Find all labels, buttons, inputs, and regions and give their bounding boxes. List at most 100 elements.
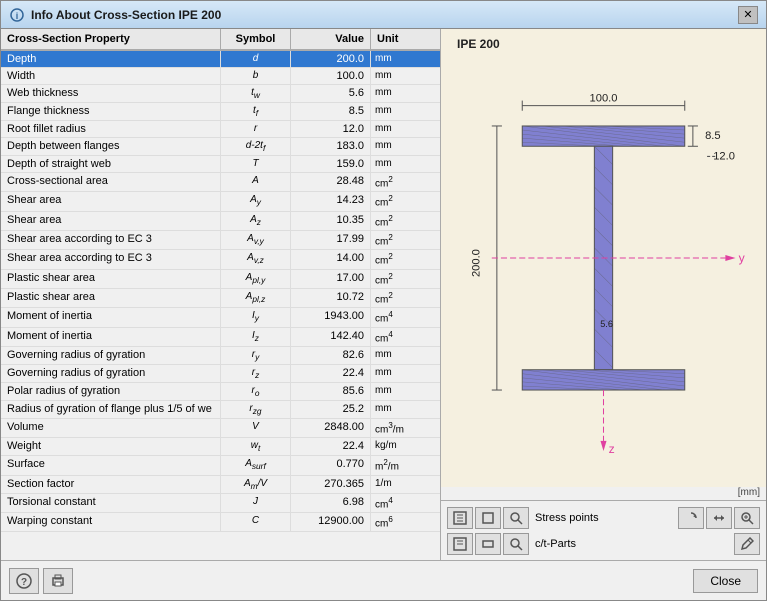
- table-row[interactable]: Volume V 2848.00 cm3/m: [1, 419, 440, 438]
- cell-value: 183.0: [291, 138, 371, 155]
- table-row[interactable]: Surface Asurf 0.770 m2/m: [1, 456, 440, 475]
- cell-value: 5.6: [291, 85, 371, 102]
- drawing-area: IPE 200: [441, 29, 766, 487]
- ct-edit-btn[interactable]: [734, 533, 760, 555]
- cell-property: Polar radius of gyration: [1, 383, 221, 400]
- cell-property: Moment of inertia: [1, 308, 221, 326]
- cell-value: 17.99: [291, 231, 371, 249]
- cell-symbol: Am/V: [221, 476, 291, 493]
- table-row[interactable]: Plastic shear area Apl,y 17.00 cm2: [1, 270, 440, 289]
- right-panel: IPE 200: [441, 29, 766, 560]
- table-row[interactable]: Plastic shear area Apl,z 10.72 cm2: [1, 289, 440, 308]
- cell-value: 17.00: [291, 270, 371, 288]
- cell-value: 270.365: [291, 476, 371, 493]
- table-row[interactable]: Shear area Ay 14.23 cm2: [1, 192, 440, 211]
- cell-unit: mm: [371, 68, 426, 84]
- main-window: i Info About Cross-Section IPE 200 ✕ Cro…: [0, 0, 767, 601]
- stress-rect-btn[interactable]: [475, 507, 501, 529]
- cell-value: 6.98: [291, 494, 371, 512]
- cell-symbol: Az: [221, 212, 291, 230]
- cell-unit: mm: [371, 347, 426, 364]
- table-row[interactable]: Depth between flanges d-2tf 183.0 mm: [1, 138, 440, 156]
- cell-value: 14.00: [291, 250, 371, 268]
- cell-property: Cross-sectional area: [1, 173, 221, 191]
- cell-value: 1943.00: [291, 308, 371, 326]
- table-row[interactable]: Governing radius of gyration rz 22.4 mm: [1, 365, 440, 383]
- cell-symbol: Asurf: [221, 456, 291, 474]
- cell-property: Torsional constant: [1, 494, 221, 512]
- cell-symbol: b: [221, 68, 291, 84]
- table-row[interactable]: Torsional constant J 6.98 cm4: [1, 494, 440, 513]
- cell-property: Shear area according to EC 3: [1, 250, 221, 268]
- ct-frame-btn[interactable]: [447, 533, 473, 555]
- cell-symbol: C: [221, 513, 291, 531]
- cell-symbol: Apl,y: [221, 270, 291, 288]
- table-row[interactable]: Shear area according to EC 3 Av,z 14.00 …: [1, 250, 440, 269]
- cell-property: Root fillet radius: [1, 121, 221, 137]
- close-button[interactable]: Close: [693, 569, 758, 593]
- cell-symbol: d-2tf: [221, 138, 291, 155]
- table-row[interactable]: Moment of inertia Iz 142.40 cm4: [1, 328, 440, 347]
- cell-unit: cm4: [371, 494, 426, 512]
- header-value: Value: [291, 29, 371, 49]
- cell-property: Plastic shear area: [1, 289, 221, 307]
- cell-unit: kg/m: [371, 438, 426, 455]
- table-row[interactable]: Radius of gyration of flange plus 1/5 of…: [1, 401, 440, 419]
- cell-unit: mm: [371, 401, 426, 418]
- stress-search-btn[interactable]: [734, 507, 760, 529]
- cell-unit: cm2: [371, 231, 426, 249]
- table-row[interactable]: Web thickness tw 5.6 mm: [1, 85, 440, 103]
- cell-symbol: r: [221, 121, 291, 137]
- table-row[interactable]: Shear area according to EC 3 Av,y 17.99 …: [1, 231, 440, 250]
- cell-value: 14.23: [291, 192, 371, 210]
- properties-panel: Cross-Section Property Symbol Value Unit…: [1, 29, 441, 560]
- cell-property: Depth: [1, 51, 221, 67]
- cell-value: 10.72: [291, 289, 371, 307]
- cell-unit: mm: [371, 365, 426, 382]
- header-symbol: Symbol: [221, 29, 291, 49]
- table-row[interactable]: Root fillet radius r 12.0 mm: [1, 121, 440, 138]
- ct-zoom-btn[interactable]: [503, 533, 529, 555]
- cell-unit: mm: [371, 121, 426, 137]
- table-row[interactable]: Warping constant C 12900.00 cm6: [1, 513, 440, 532]
- ct-rect-btn[interactable]: [475, 533, 501, 555]
- table-row[interactable]: Governing radius of gyration ry 82.6 mm: [1, 347, 440, 365]
- table-row[interactable]: Polar radius of gyration ro 85.6 mm: [1, 383, 440, 401]
- ct-label: c/t-Parts: [535, 538, 732, 550]
- print-btn[interactable]: [43, 568, 73, 594]
- stress-rotate-btn[interactable]: [678, 507, 704, 529]
- table-row[interactable]: Depth d 200.0 mm: [1, 51, 440, 68]
- svg-text:12.0: 12.0: [713, 150, 735, 162]
- help-btn[interactable]: ?: [9, 568, 39, 594]
- svg-text:?: ?: [21, 577, 27, 588]
- mm-label: [mm]: [441, 487, 766, 498]
- header-unit: Unit: [371, 29, 426, 49]
- table-row[interactable]: Cross-sectional area A 28.48 cm2: [1, 173, 440, 192]
- table-row[interactable]: Moment of inertia Iy 1943.00 cm4: [1, 308, 440, 327]
- table-row[interactable]: Flange thickness tf 8.5 mm: [1, 103, 440, 121]
- cell-value: 12.0: [291, 121, 371, 137]
- table-body[interactable]: Depth d 200.0 mm Width b 100.0 mm Web th…: [1, 51, 440, 560]
- cell-symbol: ro: [221, 383, 291, 400]
- table-row[interactable]: Shear area Az 10.35 cm2: [1, 212, 440, 231]
- cell-symbol: V: [221, 419, 291, 437]
- table-row[interactable]: Section factor Am/V 270.365 1/m: [1, 476, 440, 494]
- cell-property: Surface: [1, 456, 221, 474]
- cell-symbol: rzg: [221, 401, 291, 418]
- cell-symbol: tw: [221, 85, 291, 102]
- table-row[interactable]: Weight wt 22.4 kg/m: [1, 438, 440, 456]
- cell-property: Moment of inertia: [1, 328, 221, 346]
- cell-unit: cm2: [371, 270, 426, 288]
- cell-symbol: J: [221, 494, 291, 512]
- stress-flip-btn[interactable]: [706, 507, 732, 529]
- table-row[interactable]: Width b 100.0 mm: [1, 68, 440, 85]
- cell-unit: cm6: [371, 513, 426, 531]
- table-row[interactable]: Depth of straight web T 159.0 mm: [1, 156, 440, 173]
- window-close-button[interactable]: ✕: [738, 6, 758, 24]
- stress-zoom-btn[interactable]: [503, 507, 529, 529]
- stress-frame-btn[interactable]: [447, 507, 473, 529]
- svg-text:z: z: [609, 442, 615, 456]
- cell-symbol: Ay: [221, 192, 291, 210]
- cell-value: 22.4: [291, 438, 371, 455]
- cell-property: Governing radius of gyration: [1, 347, 221, 364]
